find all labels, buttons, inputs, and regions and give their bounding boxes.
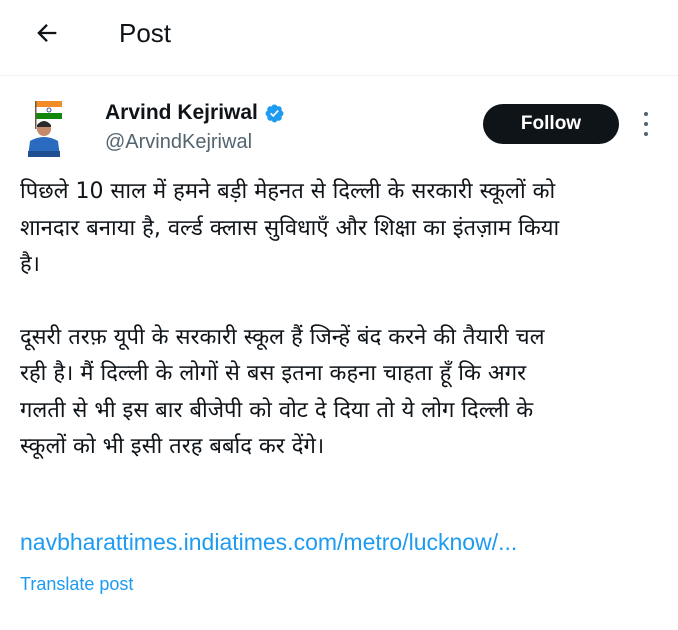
page-title: Post [119, 18, 172, 48]
post-paragraph: पिछले 10 साल में हमने बड़ी मेहनत से दिल्… [20, 179, 560, 277]
arrow-left-icon[interactable] [30, 16, 64, 50]
translate-post-link[interactable]: Translate post [20, 572, 133, 596]
post-link[interactable]: navbharattimes.indiatimes.com/metro/luck… [20, 524, 517, 560]
post-paragraph: दूसरी तरफ़ यूपी के सरकारी स्कूल हैं जिन्… [20, 324, 545, 460]
follow-button[interactable]: Follow [483, 104, 619, 144]
verified-badge-icon [264, 103, 285, 124]
more-vertical-icon[interactable] [636, 108, 656, 140]
avatar[interactable] [20, 99, 70, 157]
post-body: पिछले 10 साल में हमने बड़ी मेहनत से दिल्… [20, 174, 670, 466]
top-bar: Post [0, 0, 678, 76]
author-row: Arvind Kejriwal [105, 100, 285, 126]
author-name[interactable]: Arvind Kejriwal [105, 100, 258, 126]
author-handle[interactable]: @ArvindKejriwal [105, 129, 252, 155]
